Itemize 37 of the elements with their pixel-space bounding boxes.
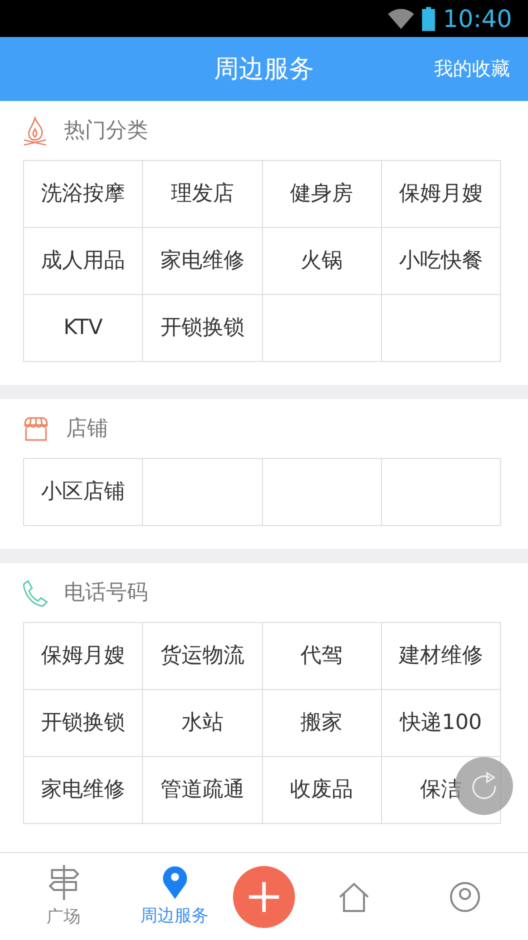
category-cell[interactable]: 保姆月嫂 [24,623,144,690]
category-cell[interactable]: 理发店 [143,161,262,228]
section-title: 店铺 [66,414,108,442]
category-cell[interactable]: 建材维修 [382,623,501,690]
category-cell[interactable]: 小吃快餐 [382,228,501,295]
category-cell[interactable]: 健身房 [262,161,382,228]
category-cell[interactable]: 小区店铺 [24,459,144,526]
signpost-icon [46,862,80,901]
category-cell[interactable]: 保姆月嫂 [382,161,501,228]
tab[interactable]: 广场 [11,862,116,930]
shop-icon [22,416,50,442]
category-cell[interactable]: 货运物流 [143,623,262,690]
category-cell[interactable]: 开锁换锁 [24,690,144,757]
wifi-icon [388,8,414,28]
category-cell[interactable]: 快递100 [382,690,501,757]
category-cell[interactable]: 水站 [143,690,262,757]
page-title: 周边服务 [214,53,314,86]
category-cell[interactable]: 洗浴按摩 [24,161,144,228]
profile-icon [448,880,482,914]
category-cell[interactable]: 收废品 [262,757,382,824]
section-title: 热门分类 [64,116,148,144]
fire-icon [22,116,48,146]
category-cell[interactable]: 代驾 [262,623,382,690]
category-cell[interactable]: 成人用品 [24,228,144,295]
category-cell[interactable]: 家电维修 [24,757,144,824]
location-pin-icon [160,864,188,900]
category-cell[interactable]: 管道疏通 [143,757,262,824]
battery-icon [422,6,435,30]
plus-icon [247,880,281,914]
category-cell[interactable]: 开锁换锁 [143,295,262,362]
status-time: 10:40 [442,6,512,30]
category-cell[interactable]: 搬家 [262,690,382,757]
section-title: 电话号码 [64,578,148,606]
phone-icon [22,578,48,606]
category-cell[interactable]: KTV [24,295,144,362]
category-cell[interactable]: 火锅 [262,228,382,295]
category-cell[interactable]: 家电维修 [143,228,262,295]
